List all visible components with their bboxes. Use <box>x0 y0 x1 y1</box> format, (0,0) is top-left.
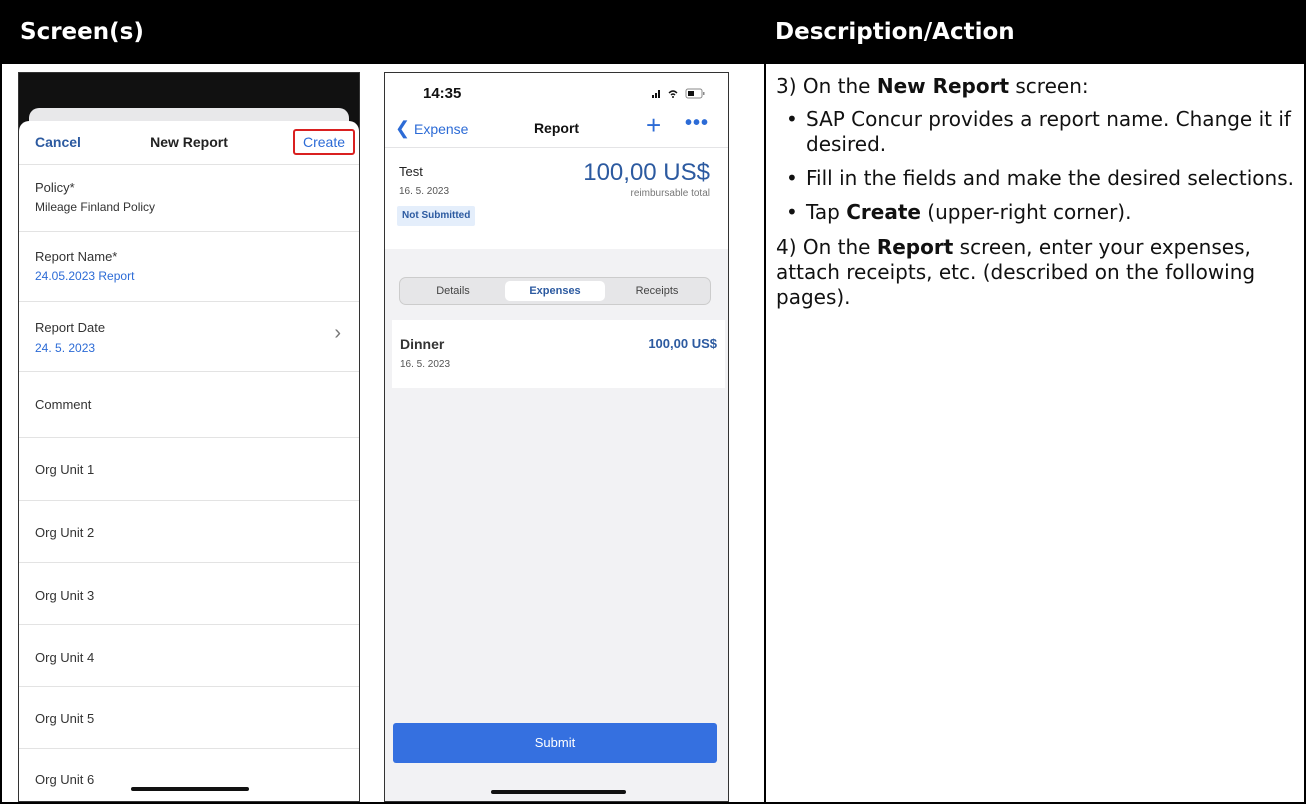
report-name-label: Report Name* <box>35 249 118 264</box>
bullet-item: • Tap Create (upper-right corner). <box>776 200 1296 225</box>
org-unit-3-label: Org Unit 3 <box>35 588 95 603</box>
org-unit-2-field[interactable]: Org Unit 2 <box>19 501 359 563</box>
report-screen: 14:35 ❮ Expense Report + ••• Test 16. 5.… <box>384 72 729 802</box>
step-3-screen-name: New Report <box>876 74 1010 98</box>
org-unit-2-label: Org Unit 2 <box>35 525 95 540</box>
policy-value: Mileage Finland Policy <box>35 200 156 214</box>
step-3-intro: 3) On the New Report screen: <box>776 74 1296 99</box>
bullet-icon: • <box>786 166 798 190</box>
policy-field[interactable]: Policy* Mileage Finland Policy <box>19 165 359 232</box>
step-4-screen-name: Report <box>876 235 954 259</box>
expense-amount: 100,00 US$ <box>648 336 717 351</box>
nav-divider <box>385 147 728 148</box>
report-date-value: 24. 5. 2023 <box>35 341 96 355</box>
report-name-field[interactable]: Report Name* 24.05.2023 Report <box>19 232 359 302</box>
report-date-field[interactable]: Report Date 24. 5. 2023 › <box>19 302 359 372</box>
bullet-3-bold: Create <box>846 200 921 224</box>
org-unit-5-field[interactable]: Org Unit 5 <box>19 687 359 749</box>
expense-name: Dinner <box>400 336 445 352</box>
description-text: 3) On the New Report screen: • SAP Concur… <box>776 74 1296 318</box>
status-time: 14:35 <box>423 85 462 102</box>
bullet-3-suffix: (upper-right corner). <box>920 200 1132 224</box>
org-unit-5-label: Org Unit 5 <box>35 711 95 726</box>
bullet-3-prefix: Tap <box>806 200 847 224</box>
step-3-bullets: • SAP Concur provides a report name. Chan… <box>776 107 1296 225</box>
create-button[interactable]: Create <box>292 129 355 155</box>
step-4-prefix: 4) On the <box>776 235 877 259</box>
org-unit-4-label: Org Unit 4 <box>35 650 95 665</box>
bullet-1-text: SAP Concur provides a report name. Chang… <box>806 107 1291 156</box>
tab-details[interactable]: Details <box>403 281 503 301</box>
comment-label: Comment <box>35 397 92 412</box>
new-report-sheet: Cancel New Report Create Policy* Mileage… <box>19 121 359 801</box>
bullet-icon: • <box>786 200 798 224</box>
report-name: Test <box>399 164 423 179</box>
table-border-left <box>0 64 2 804</box>
home-indicator <box>131 787 249 791</box>
policy-label: Policy* <box>35 180 75 195</box>
status-badge: Not Submitted <box>397 206 476 226</box>
chevron-right-icon: › <box>334 322 341 344</box>
submit-button[interactable]: Submit <box>393 723 717 763</box>
add-icon[interactable]: + <box>646 110 661 141</box>
segmented-tabs: Details Expenses Receipts <box>399 277 711 305</box>
header-description: Description/Action <box>765 0 1306 64</box>
step-4-text: 4) On the Report screen, enter your expe… <box>776 235 1296 310</box>
bullet-2-text: Fill in the fields and make the desired … <box>806 166 1294 190</box>
expense-date: 16. 5. 2023 <box>400 359 451 370</box>
report-total-label: reimbursable total <box>630 188 710 199</box>
table-border-middle <box>764 64 766 804</box>
home-indicator <box>491 790 626 794</box>
org-unit-6-field[interactable]: Org Unit 6 <box>19 749 359 801</box>
status-bar-icons <box>652 88 705 99</box>
expense-list-item[interactable]: Dinner 16. 5. 2023 100,00 US$ <box>392 320 725 388</box>
tab-expenses[interactable]: Expenses <box>505 281 605 301</box>
org-unit-4-field[interactable]: Org Unit 4 <box>19 625 359 687</box>
org-unit-6-label: Org Unit 6 <box>35 772 95 787</box>
org-unit-1-field[interactable]: Org Unit 1 <box>19 438 359 501</box>
comment-field[interactable]: Comment <box>19 372 359 438</box>
report-date: 16. 5. 2023 <box>399 186 450 197</box>
tab-receipts[interactable]: Receipts <box>607 281 707 301</box>
bullet-icon: • <box>786 107 798 131</box>
new-report-screen: Cancel New Report Create Policy* Mileage… <box>18 72 360 802</box>
report-total-amount: 100,00 US$ <box>583 159 710 186</box>
more-icon[interactable]: ••• <box>685 112 709 135</box>
new-report-nav: Cancel New Report Create <box>19 121 359 165</box>
org-unit-3-field[interactable]: Org Unit 3 <box>19 563 359 625</box>
report-name-value: 24.05.2023 Report <box>35 269 135 283</box>
step-3-prefix: 3) On the <box>776 74 877 98</box>
bullet-item: • SAP Concur provides a report name. Chan… <box>776 107 1296 157</box>
org-unit-1-label: Org Unit 1 <box>35 462 95 477</box>
bullet-item: • Fill in the fields and make the desired… <box>776 166 1296 191</box>
header-screens: Screen(s) <box>0 0 765 64</box>
instruction-table: Screen(s) Description/Action Cancel New … <box>0 0 1306 804</box>
report-title: Report <box>533 120 580 136</box>
report-date-label: Report Date <box>35 320 106 335</box>
status-icons <box>652 87 708 102</box>
step-3-suffix: screen: <box>1009 74 1089 98</box>
